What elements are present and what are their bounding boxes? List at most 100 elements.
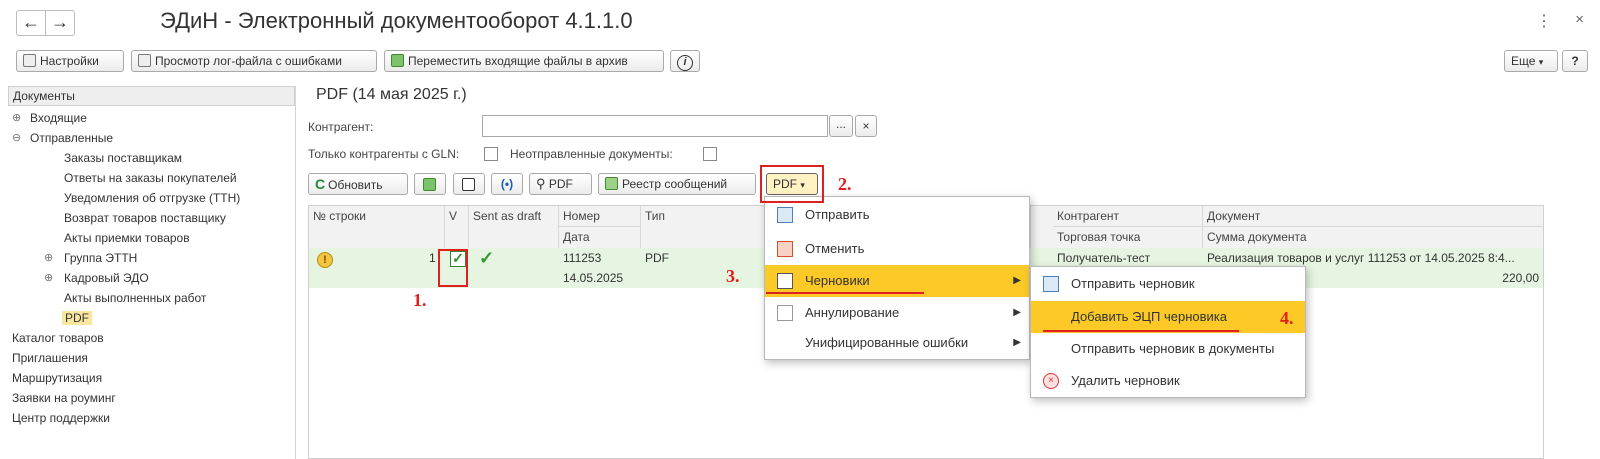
counterparty-label: Контрагент:: [308, 120, 374, 134]
tree-item-roaming[interactable]: Заявки на роуминг: [12, 388, 116, 408]
gln-label: Только контрагенты с GLN:: [308, 147, 460, 161]
submenu-item-label: Удалить черновик: [1071, 373, 1180, 388]
submenu-item-label: Отправить черновик в документы: [1071, 341, 1275, 356]
settings-label: Настройки: [40, 54, 99, 68]
refresh-icon: C: [315, 176, 326, 192]
view-log-button[interactable]: Просмотр лог-файла с ошибками: [131, 50, 377, 72]
select-counterparty-button[interactable]: ...: [829, 115, 853, 137]
copy-icon: [462, 178, 475, 191]
unsent-checkbox[interactable]: [703, 147, 717, 161]
cell-date: 14.05.2025: [563, 271, 624, 285]
submenu-item-send-draft[interactable]: Отправить черновик: [1031, 268, 1305, 300]
help-button[interactable]: ?: [1562, 50, 1588, 72]
tree-item-work-acts[interactable]: Акты выполненных работ: [64, 288, 206, 308]
forward-button[interactable]: →: [45, 10, 75, 36]
magnifier-icon: ⚲: [536, 176, 546, 191]
col-sent-as-draft[interactable]: Sent as draft: [469, 206, 559, 248]
menu-item-cancel[interactable]: Отменить: [765, 233, 1029, 265]
counterparty-input[interactable]: [482, 115, 828, 137]
annul-icon: [777, 305, 793, 321]
pdf-preview-button[interactable]: ⚲ PDF: [529, 173, 592, 195]
tree-item-label: PDF: [62, 311, 92, 325]
list-icon: [138, 54, 151, 67]
gln-checkbox[interactable]: [484, 147, 498, 161]
warning-icon: !: [317, 252, 333, 268]
refresh-button[interactable]: C Обновить: [308, 173, 408, 195]
tree-item-shipment-notices[interactable]: Уведомления об отгрузке (ТТН): [64, 188, 240, 208]
tree-item-orders[interactable]: Заказы поставщикам: [64, 148, 182, 168]
document-check-icon: [391, 54, 404, 67]
cell-document: Реализация товаров и услуг 111253 от 14.…: [1207, 251, 1515, 265]
tree-item-sent[interactable]: ⊖ Отправленные: [12, 128, 113, 148]
pdf-dropdown-menu: Отправить Отменить Черновики ▶ Аннулиров…: [764, 196, 1030, 360]
move-to-archive-button[interactable]: Переместить входящие файлы в архив: [384, 50, 664, 72]
view-log-label: Просмотр лог-файла с ошибками: [155, 54, 342, 68]
submenu-item-label: Отправить черновик: [1071, 276, 1195, 291]
submenu-arrow-icon: ▶: [1013, 275, 1021, 286]
window-title: ЭДиН - Электронный документооборот 4.1.1…: [160, 8, 633, 33]
tree-item-acceptance-acts[interactable]: Акты приемки товаров: [64, 228, 190, 248]
annotation-underline-add-signature: [1043, 330, 1239, 332]
send-draft-icon: [1043, 276, 1059, 292]
col-date[interactable]: Дата: [559, 227, 641, 248]
table-icon: [605, 177, 618, 190]
col-line-no[interactable]: № строки: [309, 206, 445, 248]
step-label-4: 4.: [1280, 308, 1294, 328]
menu-item-unified-errors[interactable]: Унифицированные ошибки ▶: [765, 327, 1029, 359]
tree-item-label: Входящие: [30, 111, 87, 125]
menu-item-label: Аннулирование: [805, 305, 900, 320]
submenu-arrow-icon: ▶: [1013, 307, 1021, 318]
draft-icon: [777, 273, 793, 289]
tree-item-returns[interactable]: Возврат товаров поставщику: [64, 208, 226, 228]
send-icon: [777, 207, 793, 223]
tree-item-pdf[interactable]: PDF: [62, 308, 92, 328]
more-vert-icon[interactable]: ⋮: [1536, 11, 1552, 31]
copy-button[interactable]: [453, 173, 485, 195]
submenu-item-label: Добавить ЭЦП черновика: [1071, 309, 1227, 324]
tree-item-hr-edo[interactable]: ⊕ Кадровый ЭДО: [44, 268, 149, 288]
submenu-item-delete-draft[interactable]: × Удалить черновик: [1031, 365, 1305, 397]
sent-as-draft-check-icon: ✓: [479, 248, 495, 268]
clear-counterparty-button[interactable]: ×: [855, 115, 877, 137]
col-document-amount[interactable]: Сумма документа: [1203, 227, 1543, 248]
settings-button[interactable]: Настройки: [16, 50, 124, 72]
more-label: Еще: [1511, 54, 1536, 68]
signal-button[interactable]: (•): [491, 173, 523, 195]
tree-item-routing[interactable]: Маршрутизация: [12, 368, 102, 388]
cell-number: 111253: [563, 251, 602, 265]
step-label-2: 2.: [838, 174, 852, 194]
delete-icon: ×: [1043, 373, 1059, 389]
cell-counterparty: Получатель-тест: [1057, 251, 1151, 265]
more-button[interactable]: Еще ▾: [1504, 50, 1558, 72]
back-button[interactable]: ←: [16, 10, 46, 36]
col-number[interactable]: Номер: [559, 206, 641, 227]
documents-tree-panel: Документы ⊕ Входящие ⊖ Отправленные Зака…: [8, 86, 296, 459]
menu-item-send[interactable]: Отправить: [765, 199, 1029, 231]
expand-icon[interactable]: ⊕: [44, 248, 53, 268]
tree-item-support[interactable]: Центр поддержки: [12, 408, 110, 428]
submenu-item-add-signature[interactable]: Добавить ЭЦП черновика: [1031, 301, 1305, 333]
col-trade-point[interactable]: Торговая точка: [1053, 227, 1203, 248]
tree-item-invitations[interactable]: Приглашения: [12, 348, 88, 368]
expand-icon[interactable]: ⊕: [12, 108, 21, 128]
message-registry-button[interactable]: Реестр сообщений: [598, 173, 756, 195]
signal-icon: (•): [500, 177, 514, 191]
col-v[interactable]: V: [445, 206, 469, 248]
submenu-item-send-to-documents[interactable]: Отправить черновик в документы: [1031, 333, 1305, 365]
tree-item-label: Кадровый ЭДО: [64, 271, 149, 285]
submenu-arrow-icon: ▶: [1013, 337, 1021, 348]
annotation-box-checkbox: [438, 249, 468, 287]
expand-icon[interactable]: ⊕: [44, 268, 53, 288]
collapse-icon[interactable]: ⊖: [12, 128, 21, 148]
tree-item-catalog[interactable]: Каталог товаров: [12, 328, 104, 348]
close-icon[interactable]: ×: [1575, 11, 1584, 28]
col-document[interactable]: Документ: [1203, 206, 1543, 227]
tree-item-order-responses[interactable]: Ответы на заказы покупателей: [64, 168, 237, 188]
annotation-box-pdf-menu: [760, 165, 824, 203]
info-button[interactable]: i: [670, 50, 700, 72]
tree-item-incoming[interactable]: ⊕ Входящие: [12, 108, 87, 128]
mark-all-button[interactable]: [414, 173, 446, 195]
col-counterparty[interactable]: Контрагент: [1053, 206, 1203, 227]
tree-item-ettn-group[interactable]: ⊕ Группа ЭТТН: [44, 248, 137, 268]
menu-item-annulment[interactable]: Аннулирование ▶: [765, 297, 1029, 329]
